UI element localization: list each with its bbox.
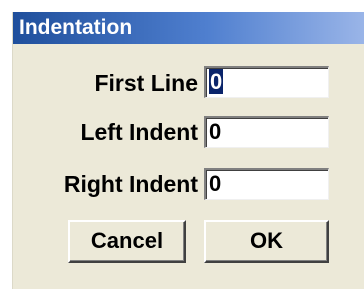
left-indent-input[interactable]: 0 xyxy=(204,116,329,148)
indentation-dialog: Indentation First Line 0 Left Indent 0 R… xyxy=(12,12,364,289)
right-indent-input[interactable]: 0 xyxy=(204,168,329,200)
right-indent-label: Right Indent xyxy=(63,171,198,197)
cancel-button[interactable]: Cancel xyxy=(68,220,186,263)
dialog-title: Indentation xyxy=(19,16,133,39)
title-bar[interactable]: Indentation xyxy=(13,12,364,44)
right-indent-value: 0 xyxy=(209,171,222,196)
left-indent-value: 0 xyxy=(209,119,222,144)
first-line-label: First Line xyxy=(94,70,198,96)
left-indent-label: Left Indent xyxy=(80,119,198,145)
first-line-input[interactable]: 0 xyxy=(204,66,329,98)
ok-button[interactable]: OK xyxy=(204,220,329,263)
first-line-value: 0 xyxy=(209,69,224,94)
